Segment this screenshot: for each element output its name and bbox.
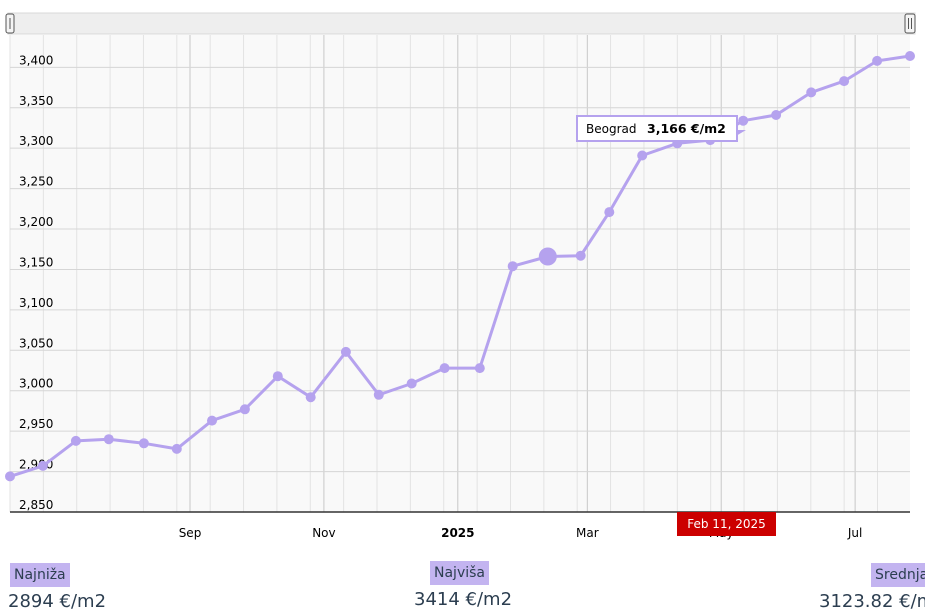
- y-tick-label: 2,850: [19, 498, 53, 512]
- data-point[interactable]: [37, 460, 48, 471]
- data-point[interactable]: [305, 392, 316, 403]
- range-navigator[interactable]: [7, 12, 916, 35]
- data-point[interactable]: [771, 110, 782, 120]
- data-point[interactable]: [373, 389, 384, 400]
- avg-value: 3123.82 €/m2: [819, 591, 925, 612]
- data-point[interactable]: [439, 363, 450, 374]
- y-tick-label: 3,350: [19, 94, 53, 108]
- min-value: 2894 €/m2: [8, 591, 107, 612]
- data-point[interactable]: [604, 207, 615, 218]
- price-chart[interactable]: 2,8502,9002,9503,0003,0503,1003,1503,200…: [0, 0, 925, 560]
- y-tick-label: 3,250: [19, 175, 53, 189]
- data-point[interactable]: [406, 378, 417, 389]
- data-point[interactable]: [272, 371, 283, 382]
- y-tick-label: 3,300: [19, 134, 53, 148]
- min-label: Najniža: [10, 563, 70, 587]
- data-point[interactable]: [340, 346, 351, 357]
- range-handle-left[interactable]: [5, 13, 15, 34]
- x-tick-label: Nov: [312, 526, 335, 540]
- range-handle-right[interactable]: [904, 13, 916, 34]
- data-point[interactable]: [905, 51, 915, 61]
- max-value: 3414 €/m2: [414, 589, 513, 610]
- data-point[interactable]: [872, 55, 883, 66]
- crosshair-date: Feb 11, 2025: [687, 517, 766, 531]
- data-point[interactable]: [171, 443, 182, 454]
- x-tick-label: 2025: [441, 526, 474, 540]
- data-point[interactable]: [70, 435, 81, 446]
- data-point[interactable]: [5, 471, 15, 482]
- avg-label: Srednja: [871, 563, 925, 587]
- data-point[interactable]: [507, 261, 518, 272]
- y-tick-label: 3,100: [19, 296, 53, 310]
- data-point[interactable]: [575, 250, 586, 261]
- data-point[interactable]: [738, 115, 749, 126]
- data-point[interactable]: [239, 404, 250, 415]
- y-tick-label: 3,050: [19, 336, 53, 350]
- y-tick-label: 3,150: [19, 255, 53, 269]
- data-point[interactable]: [839, 76, 850, 87]
- y-tick-label: 2,950: [19, 417, 53, 431]
- x-tick-label: Mar: [576, 526, 599, 540]
- tooltip: Beograd 3,166 €/m2: [576, 115, 746, 142]
- data-point[interactable]: [207, 415, 217, 426]
- tooltip-series: Beograd: [586, 122, 636, 136]
- y-tick-label: 3,200: [19, 215, 53, 229]
- data-point[interactable]: [474, 363, 485, 374]
- highlighted-point[interactable]: [538, 247, 557, 266]
- crosshair-label: Feb 11, 2025: [677, 512, 776, 536]
- x-tick-label: Sep: [179, 526, 202, 540]
- y-tick-label: 3,400: [19, 53, 53, 67]
- max-label: Najviša: [430, 561, 489, 585]
- data-point[interactable]: [806, 87, 817, 98]
- y-tick-label: 3,000: [19, 377, 53, 391]
- x-tick-label: Jul: [847, 526, 862, 540]
- data-point[interactable]: [103, 434, 114, 445]
- data-point[interactable]: [138, 438, 149, 449]
- data-point[interactable]: [637, 150, 648, 161]
- tooltip-value: 3,166 €/m2: [647, 121, 726, 136]
